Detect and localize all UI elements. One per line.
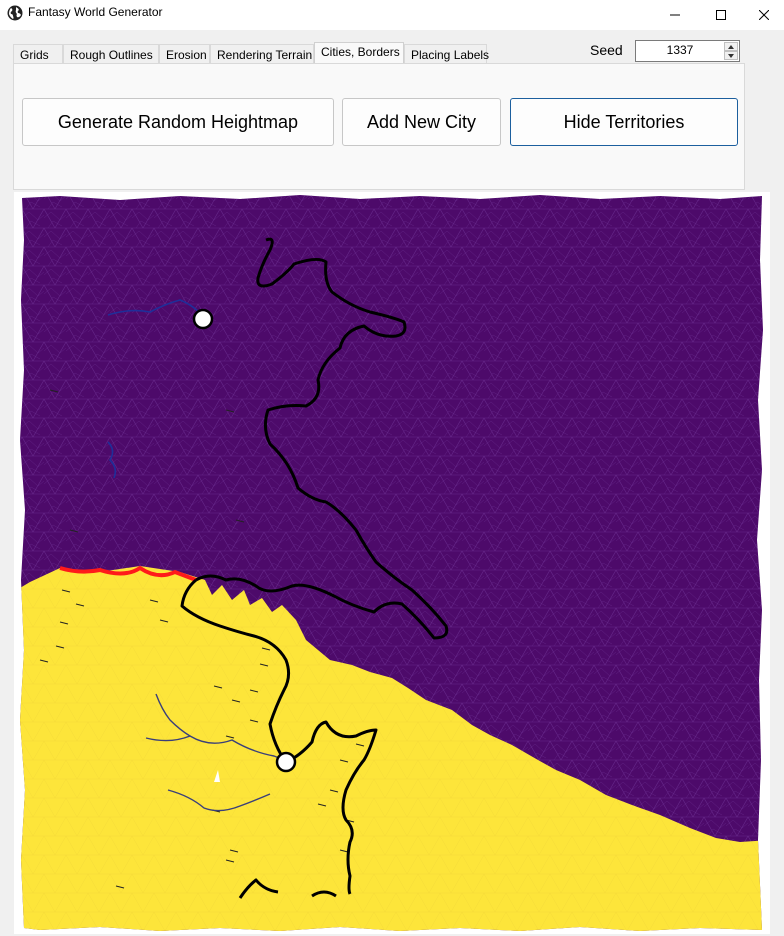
city-marker-south[interactable] bbox=[275, 751, 297, 773]
map-canvas[interactable] bbox=[0, 0, 784, 936]
app-window: Fantasy World Generator Grids Rough Outl… bbox=[0, 0, 784, 936]
city-marker-north[interactable] bbox=[192, 308, 214, 330]
territory-layer bbox=[20, 195, 763, 931]
